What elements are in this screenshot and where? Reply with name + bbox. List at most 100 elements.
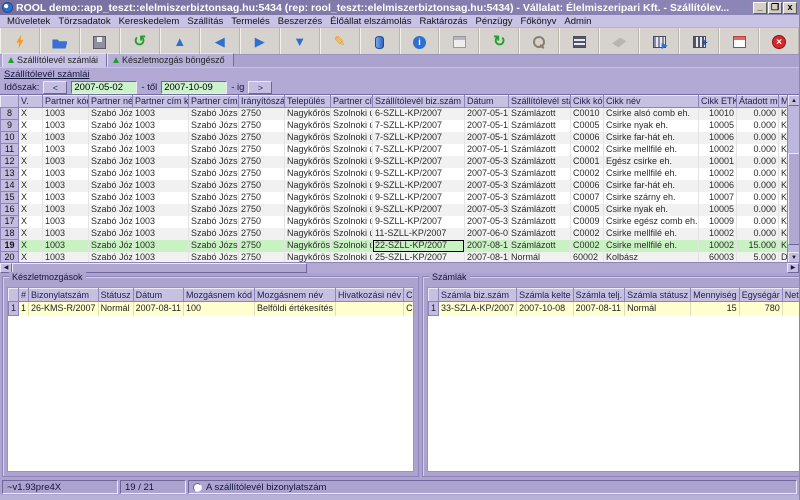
cell[interactable]: Csirke mellfilé eh.	[604, 240, 699, 252]
cell[interactable]: 10005	[699, 204, 737, 216]
delivery-note-radio[interactable]	[193, 483, 202, 492]
cell[interactable]: Egész csirke eh.	[604, 156, 699, 168]
cell[interactable]: Nagykőrös	[285, 120, 331, 132]
clear-button[interactable]	[599, 28, 639, 54]
cell[interactable]: C0009	[571, 216, 604, 228]
cell[interactable]: Szolnoki út 23.	[331, 168, 373, 180]
cell[interactable]: 2750	[239, 144, 285, 156]
row-number[interactable]: 8	[1, 108, 19, 120]
cell[interactable]: 7-SZLL-KP/2007	[373, 144, 465, 156]
column-header-0[interactable]: V.	[19, 96, 43, 108]
cell[interactable]: 0.000	[737, 120, 779, 132]
cell[interactable]: C0002	[571, 168, 604, 180]
menu-item-9[interactable]: Főkönyv	[517, 16, 561, 27]
cell[interactable]: Szolnoki út 23.	[331, 216, 373, 228]
cell[interactable]: 9-SZLL-KP/2007	[373, 192, 465, 204]
cell[interactable]: Szolnoki út 23.	[331, 228, 373, 240]
cell[interactable]: Szabó József	[89, 192, 133, 204]
cell[interactable]: Szabó József	[89, 108, 133, 120]
cell[interactable]: C0002	[571, 144, 604, 156]
cell[interactable]: Szabó József	[189, 108, 239, 120]
cell[interactable]: 11 700	[782, 302, 800, 316]
cell[interactable]: 1003	[133, 180, 189, 192]
row-number[interactable]: 17	[1, 216, 19, 228]
cell[interactable]: Nagykőrös	[285, 240, 331, 252]
menu-item-5[interactable]: Beszerzés	[274, 16, 326, 27]
export-table-button[interactable]	[639, 28, 679, 54]
cell[interactable]: 2007-05-30	[465, 180, 509, 192]
cell[interactable]: 2750	[239, 228, 285, 240]
cell[interactable]: Számlázott	[509, 168, 571, 180]
row-number[interactable]: 12	[1, 156, 19, 168]
cell[interactable]: Számlázott	[509, 216, 571, 228]
cell[interactable]: Szabó József	[89, 156, 133, 168]
cell[interactable]: 9-SZLL-KP/2007	[373, 216, 465, 228]
menu-item-3[interactable]: Szállítás	[183, 16, 227, 27]
column-header-6[interactable]: Nettó érték	[782, 289, 800, 302]
close-button[interactable]: x	[783, 2, 797, 14]
row-number[interactable]: 1	[9, 302, 19, 316]
row-number[interactable]: 9	[1, 120, 19, 132]
cell[interactable]: C0005	[571, 204, 604, 216]
cell[interactable]: Szabó József	[189, 132, 239, 144]
cell[interactable]: 2750	[239, 108, 285, 120]
cell[interactable]: 1003	[43, 180, 89, 192]
cell[interactable]: C0002	[571, 240, 604, 252]
cell[interactable]: 26-KMS-R/2007	[29, 302, 99, 316]
cell[interactable]: Számlázott	[509, 204, 571, 216]
cell[interactable]: Szolnoki út 23.	[331, 108, 373, 120]
cell[interactable]: Szolnoki út 23.	[331, 144, 373, 156]
column-header-3[interactable]: Partner cím kód	[133, 96, 189, 108]
cell[interactable]: 1003	[43, 216, 89, 228]
cell[interactable]: X	[19, 240, 43, 252]
cell[interactable]: 22-SZLL-KP/2007	[373, 240, 465, 252]
cell[interactable]: Normál	[98, 302, 133, 316]
menu-item-1[interactable]: Törzsadatok	[54, 16, 114, 27]
cell[interactable]: Szabó József	[189, 168, 239, 180]
column-header-4[interactable]: Mozgásnem kód	[183, 289, 254, 302]
cell[interactable]: 6-SZLL-KP/2007	[373, 108, 465, 120]
cell[interactable]: X	[19, 132, 43, 144]
cell[interactable]: 2007-05-30	[465, 216, 509, 228]
period-next-button[interactable]: >	[248, 81, 272, 94]
cell[interactable]: Csirke nyak eh.	[604, 204, 699, 216]
next-record-button[interactable]	[240, 28, 280, 54]
cell[interactable]: 1003	[133, 120, 189, 132]
cell[interactable]: Szabó József	[189, 228, 239, 240]
cell[interactable]: Csirke nyak eh.	[604, 120, 699, 132]
menu-item-8[interactable]: Pénzügy	[472, 16, 517, 27]
cell[interactable]: 1003	[133, 144, 189, 156]
cell[interactable]: 2007-10-08	[517, 302, 574, 316]
cell[interactable]: Szolnoki út 23.	[331, 120, 373, 132]
column-header-12[interactable]: Cikk név	[604, 96, 699, 108]
cell[interactable]: 2007-08-11	[465, 240, 509, 252]
scroll-right-button[interactable]: ▶	[787, 263, 799, 273]
cell[interactable]: Számlázott	[509, 228, 571, 240]
cell[interactable]: 1003	[43, 120, 89, 132]
cell[interactable]: 1003	[43, 192, 89, 204]
cell[interactable]: 1003	[133, 216, 189, 228]
cell[interactable]: 2007-05-30	[465, 156, 509, 168]
cell[interactable]: X	[19, 168, 43, 180]
menu-item-6[interactable]: Élőállat elszámolás	[326, 16, 415, 27]
cell[interactable]: 1003	[43, 240, 89, 252]
cell[interactable]: 1003	[133, 168, 189, 180]
cell[interactable]: Csirke mellfilé eh.	[604, 144, 699, 156]
row-number[interactable]: 10	[1, 132, 19, 144]
cell[interactable]: 10009	[699, 216, 737, 228]
search-button[interactable]	[519, 28, 559, 54]
cell[interactable]: 1003	[133, 132, 189, 144]
cell[interactable]: 1	[19, 302, 29, 316]
cell[interactable]: Szabó József	[89, 168, 133, 180]
cell[interactable]: Szabó József	[89, 132, 133, 144]
cell[interactable]: Számlázott	[509, 240, 571, 252]
cell[interactable]: C0007	[571, 192, 604, 204]
column-header-11[interactable]: Cikk kód	[571, 96, 604, 108]
cell[interactable]: X	[19, 216, 43, 228]
column-header-3[interactable]: Számla státusz	[625, 289, 691, 302]
cell[interactable]: 9-SZLL-KP/2007	[373, 204, 465, 216]
cell[interactable]: Szabó József	[189, 144, 239, 156]
restore-button[interactable]: ❐	[768, 2, 782, 14]
cell[interactable]: Nagykőrös	[285, 192, 331, 204]
cell[interactable]: 2750	[239, 216, 285, 228]
